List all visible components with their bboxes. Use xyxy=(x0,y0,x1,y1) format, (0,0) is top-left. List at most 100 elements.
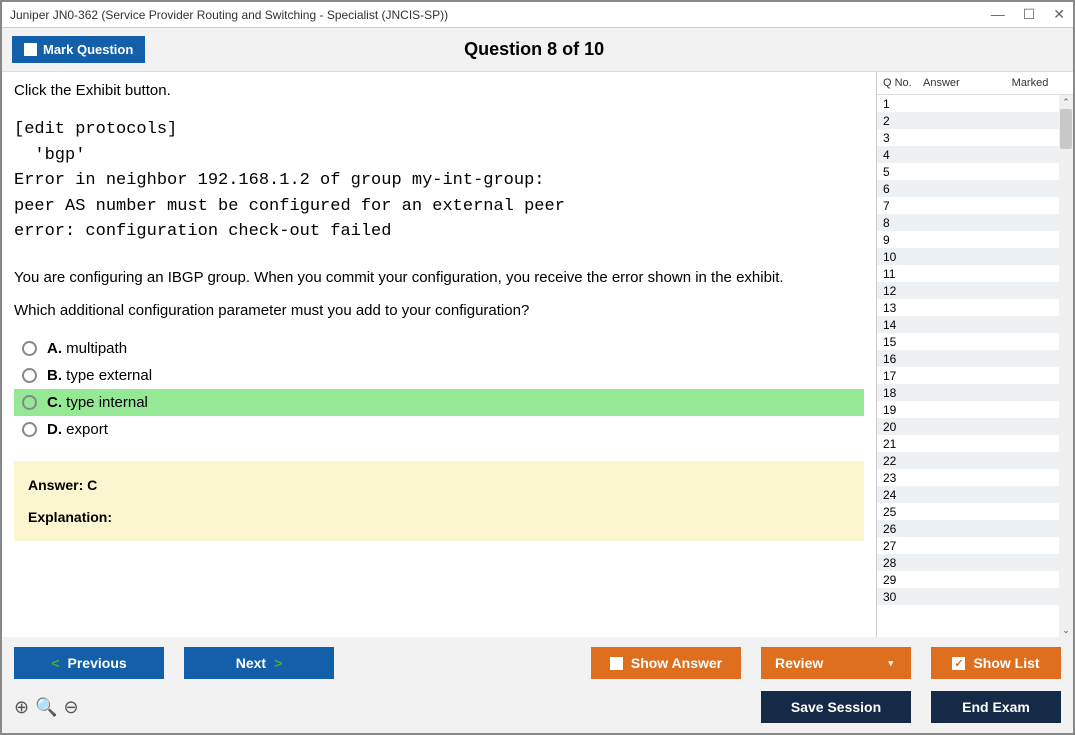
scroll-down-icon[interactable]: ⌄ xyxy=(1059,623,1073,637)
qlist-row[interactable]: 17 xyxy=(877,367,1059,384)
question-paragraph-1: You are configuring an IBGP group. When … xyxy=(14,269,864,286)
qlist-row[interactable]: 15 xyxy=(877,333,1059,350)
qlist-row[interactable]: 3 xyxy=(877,129,1059,146)
zoom-reset-icon[interactable]: 🔍 xyxy=(35,697,57,718)
save-session-button[interactable]: Save Session xyxy=(761,691,911,723)
review-button[interactable]: Review ▾ xyxy=(761,647,911,679)
qlist-number: 27 xyxy=(883,539,923,553)
zoom-in-icon[interactable]: ⊕ xyxy=(14,697,29,718)
radio-icon xyxy=(22,368,37,383)
qlist-row[interactable]: 26 xyxy=(877,520,1059,537)
qlist-number: 15 xyxy=(883,335,923,349)
answer-line: Answer: C xyxy=(28,477,850,493)
qlist-number: 22 xyxy=(883,454,923,468)
mark-question-label: Mark Question xyxy=(43,42,133,57)
qlist-row[interactable]: 7 xyxy=(877,197,1059,214)
question-counter: Question 8 of 10 xyxy=(145,39,923,60)
qlist-row[interactable]: 23 xyxy=(877,469,1059,486)
qlist-row[interactable]: 24 xyxy=(877,486,1059,503)
qlist-number: 25 xyxy=(883,505,923,519)
question-list-panel: Q No. Answer Marked 12345678910111213141… xyxy=(876,72,1073,637)
previous-button[interactable]: < Previous xyxy=(14,647,164,679)
previous-label: Previous xyxy=(68,655,127,671)
options-list: A. multipathB. type externalC. type inte… xyxy=(14,335,864,443)
qlist-row[interactable]: 2 xyxy=(877,112,1059,129)
zoom-controls: ⊕ 🔍 ⊖ xyxy=(14,697,79,718)
close-icon[interactable]: ✕ xyxy=(1053,6,1065,23)
checkbox-checked-icon xyxy=(952,657,965,670)
qlist-number: 13 xyxy=(883,301,923,315)
qlist-row[interactable]: 10 xyxy=(877,248,1059,265)
qlist-row[interactable]: 29 xyxy=(877,571,1059,588)
option-text: type external xyxy=(66,367,152,384)
qlist-row[interactable]: 30 xyxy=(877,588,1059,605)
qlist-row[interactable]: 14 xyxy=(877,316,1059,333)
qlist-row[interactable]: 9 xyxy=(877,231,1059,248)
qlist-number: 3 xyxy=(883,131,923,145)
qlist-row[interactable]: 22 xyxy=(877,452,1059,469)
qlist-number: 20 xyxy=(883,420,923,434)
qlist-number: 19 xyxy=(883,403,923,417)
window-controls: — ☐ ✕ xyxy=(991,6,1065,23)
qlist-row[interactable]: 12 xyxy=(877,282,1059,299)
instruction-text: Click the Exhibit button. xyxy=(14,82,864,99)
option-text: type internal xyxy=(66,394,148,411)
show-answer-button[interactable]: Show Answer xyxy=(591,647,741,679)
qlist-number: 2 xyxy=(883,114,923,128)
show-list-button[interactable]: Show List xyxy=(931,647,1061,679)
qlist-row[interactable]: 13 xyxy=(877,299,1059,316)
answer-box: Answer: C Explanation: xyxy=(14,461,864,541)
window-title: Juniper JN0-362 (Service Provider Routin… xyxy=(10,8,991,22)
qlist-number: 9 xyxy=(883,233,923,247)
chevron-right-icon: > xyxy=(274,655,282,671)
qlist-row[interactable]: 4 xyxy=(877,146,1059,163)
save-session-label: Save Session xyxy=(791,699,881,715)
option-a[interactable]: A. multipath xyxy=(14,335,864,362)
col-qno-header: Q No. xyxy=(883,77,923,89)
show-answer-label: Show Answer xyxy=(631,655,722,671)
option-d[interactable]: D. export xyxy=(14,416,864,443)
qlist-row[interactable]: 16 xyxy=(877,350,1059,367)
qlist-number: 10 xyxy=(883,250,923,264)
option-letter: C. xyxy=(47,394,62,411)
scrollbar[interactable]: ⌃ ⌄ xyxy=(1059,95,1073,637)
end-exam-button[interactable]: End Exam xyxy=(931,691,1061,723)
zoom-out-icon[interactable]: ⊖ xyxy=(64,697,79,718)
qlist-number: 21 xyxy=(883,437,923,451)
qlist-number: 23 xyxy=(883,471,923,485)
question-paragraph-2: Which additional configuration parameter… xyxy=(14,302,864,319)
qlist-body: 1234567891011121314151617181920212223242… xyxy=(877,95,1073,637)
next-button[interactable]: Next > xyxy=(184,647,334,679)
option-text: export xyxy=(66,421,108,438)
exhibit-block: [edit protocols] 'bgp' Error in neighbor… xyxy=(14,117,864,245)
qlist-number: 29 xyxy=(883,573,923,587)
qlist-row[interactable]: 27 xyxy=(877,537,1059,554)
qlist-row[interactable]: 6 xyxy=(877,180,1059,197)
option-c[interactable]: C. type internal xyxy=(14,389,864,416)
qlist-number: 12 xyxy=(883,284,923,298)
minimize-icon[interactable]: — xyxy=(991,6,1005,23)
option-b[interactable]: B. type external xyxy=(14,362,864,389)
radio-icon xyxy=(22,341,37,356)
qlist-number: 18 xyxy=(883,386,923,400)
qlist-row[interactable]: 25 xyxy=(877,503,1059,520)
maximize-icon[interactable]: ☐ xyxy=(1023,6,1036,23)
qlist-row[interactable]: 20 xyxy=(877,418,1059,435)
qlist-number: 11 xyxy=(883,267,923,281)
scroll-up-icon[interactable]: ⌃ xyxy=(1059,95,1073,109)
qlist-row[interactable]: 18 xyxy=(877,384,1059,401)
review-label: Review xyxy=(775,655,823,671)
scroll-thumb[interactable] xyxy=(1060,109,1072,149)
qlist-row[interactable]: 21 xyxy=(877,435,1059,452)
qlist-row[interactable]: 5 xyxy=(877,163,1059,180)
qlist-row[interactable]: 19 xyxy=(877,401,1059,418)
qlist-row[interactable]: 28 xyxy=(877,554,1059,571)
chevron-down-icon: ▾ xyxy=(888,658,893,669)
footer: < Previous Next > Show Answer Review ▾ S… xyxy=(2,637,1073,733)
qlist-number: 1 xyxy=(883,97,923,111)
mark-question-button[interactable]: Mark Question xyxy=(12,36,145,63)
qlist-number: 16 xyxy=(883,352,923,366)
qlist-row[interactable]: 1 xyxy=(877,95,1059,112)
qlist-row[interactable]: 11 xyxy=(877,265,1059,282)
qlist-row[interactable]: 8 xyxy=(877,214,1059,231)
